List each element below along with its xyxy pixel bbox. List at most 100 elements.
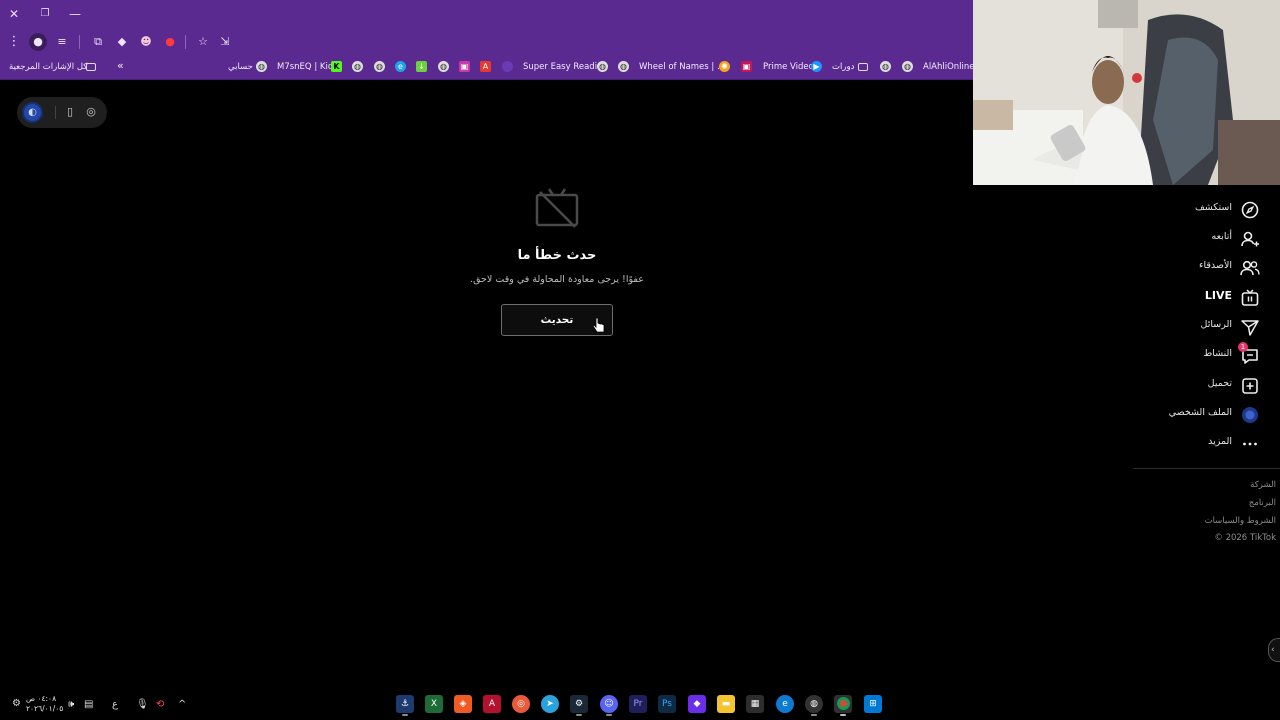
video-editor-icon[interactable]: ◆ bbox=[688, 695, 706, 713]
mobile-icon[interactable]: ▯ bbox=[62, 104, 78, 120]
edge-icon[interactable]: e bbox=[776, 695, 794, 713]
restore-window-icon[interactable]: ❐ bbox=[36, 5, 54, 23]
globe-icon: ◍ bbox=[618, 61, 629, 72]
sidebar-item-explore[interactable]: استكشف bbox=[1100, 199, 1260, 221]
folder-icon bbox=[86, 63, 96, 71]
friends-icon bbox=[1240, 260, 1260, 276]
volume-icon[interactable]: 🕪 bbox=[68, 699, 74, 710]
webcam-overlay bbox=[973, 0, 1280, 185]
bookmark-item[interactable]: Super Easy Reading bbox=[523, 59, 608, 75]
brave-icon[interactable]: ◈ bbox=[454, 695, 472, 713]
windows-start-icon[interactable]: ⊞ bbox=[864, 695, 882, 713]
footer-company-link[interactable]: الشركة bbox=[1250, 480, 1276, 490]
bookmark-item[interactable]: M7snEQ | Kick bbox=[277, 59, 337, 75]
toolbar-divider bbox=[79, 35, 80, 49]
bookmark-item[interactable]: AlAhliOnline bbox=[923, 59, 975, 75]
tiktok-logo-icon[interactable]: ◐ bbox=[22, 102, 43, 123]
bookmark-item[interactable]: Wheel of Names | ...م bbox=[639, 59, 730, 75]
extension-face-icon[interactable]: ☻ bbox=[137, 33, 155, 51]
error-title: حدث خطأ ما bbox=[517, 248, 597, 263]
globe-icon: ◍ bbox=[902, 61, 913, 72]
extensions-icon[interactable]: ⧉ bbox=[89, 33, 107, 51]
reading-list-icon[interactable]: ≡ bbox=[53, 33, 71, 51]
sync-icon[interactable]: ⟲ bbox=[156, 699, 164, 710]
profile-avatar-icon[interactable]: ● bbox=[29, 33, 47, 51]
sidebar-item-friends[interactable]: الأصدقاء bbox=[1100, 257, 1260, 279]
pill-divider bbox=[55, 106, 56, 119]
store-icon[interactable]: ▦ bbox=[746, 695, 764, 713]
sidebar-item-label: الملف الشخصي bbox=[1168, 407, 1232, 418]
menu-kebab-icon[interactable]: ⋮ bbox=[5, 33, 23, 51]
bookmark-folder[interactable]: دورات bbox=[832, 59, 854, 75]
collapse-side-tab[interactable]: ‹ bbox=[1268, 638, 1280, 662]
hand-cursor-icon bbox=[593, 317, 605, 333]
sidebar-item-label: الأصدقاء bbox=[1198, 260, 1232, 271]
windows-taskbar: ⚙ ٠٤:٠٨ ص ٢٠٢٦/٠١/٠٥ 🕪 ▤ ع 🎙 ⟲ ^ ⚓ X ◈ A… bbox=[0, 690, 1280, 720]
photoshop-icon[interactable]: Ps bbox=[658, 695, 676, 713]
sidebar-item-label: النشاط bbox=[1203, 348, 1232, 359]
minimize-window-icon[interactable]: — bbox=[66, 5, 84, 23]
tray-overflow-icon[interactable]: ^ bbox=[178, 699, 186, 710]
steam-icon[interactable]: ⚙ bbox=[570, 695, 588, 716]
telegram-icon[interactable]: ➤ bbox=[541, 695, 559, 713]
notification-badge: 1 bbox=[1238, 342, 1248, 352]
sidebar-item-label: LIVE bbox=[1204, 289, 1232, 302]
bookmark-star-icon[interactable]: ☆ bbox=[194, 33, 212, 51]
bookmark-item[interactable]: حسابي bbox=[228, 59, 253, 75]
app-red-icon[interactable]: ◎ bbox=[512, 695, 530, 713]
compass-small-icon[interactable]: ◎ bbox=[83, 104, 99, 120]
sidebar-item-profile[interactable]: الملف الشخصي bbox=[1100, 404, 1260, 426]
chrome-icon[interactable] bbox=[834, 695, 852, 716]
sidebar-divider bbox=[1133, 468, 1280, 469]
edge-icon: e bbox=[395, 61, 406, 72]
globe-icon: ◍ bbox=[374, 61, 385, 72]
footer-copyright: © 2026 TikTok bbox=[1214, 533, 1276, 543]
extension-red-icon[interactable]: ● bbox=[161, 33, 179, 51]
clock-time: ٠٤:٠٨ ص bbox=[26, 694, 57, 703]
obs-icon[interactable]: ◍ bbox=[805, 695, 823, 716]
globe-icon: ◍ bbox=[438, 61, 449, 72]
file-explorer-icon[interactable]: ▬ bbox=[717, 695, 735, 713]
sidebar-item-live[interactable]: LIVE bbox=[1100, 287, 1260, 309]
acrobat-icon: A bbox=[480, 61, 491, 72]
sidebar-item-upload[interactable]: تحميل bbox=[1100, 375, 1260, 397]
sidebar-item-label: الرسائل bbox=[1200, 319, 1232, 330]
network-icon[interactable]: ▤ bbox=[84, 699, 93, 710]
globe-icon: ◍ bbox=[352, 61, 363, 72]
extension-diamond-icon[interactable]: ◆ bbox=[113, 33, 131, 51]
acrobat-icon[interactable]: A bbox=[483, 695, 501, 713]
discord-icon[interactable]: ☺ bbox=[600, 695, 618, 716]
globe-icon: ◍ bbox=[256, 61, 267, 72]
install-app-icon[interactable]: ⇲ bbox=[216, 33, 234, 51]
bookmarks-overflow-icon[interactable]: « bbox=[117, 58, 124, 74]
kick-icon: K bbox=[331, 61, 342, 72]
avatar-icon bbox=[1242, 407, 1258, 423]
footer-program-link[interactable]: البرنامج bbox=[1249, 498, 1276, 508]
footer-terms-link[interactable]: الشروط والسياسات bbox=[1205, 516, 1276, 526]
user-follow-icon bbox=[1241, 231, 1259, 247]
settings-gear-icon[interactable]: ⚙ bbox=[12, 698, 21, 709]
sidebar-item-label: المزيد bbox=[1208, 436, 1232, 447]
taskbar-app-icon[interactable]: ⚓ bbox=[396, 695, 414, 716]
clock-date: ٢٠٢٦/٠١/٠٥ bbox=[26, 704, 64, 713]
upload-plus-icon bbox=[1242, 378, 1258, 394]
image-icon: ▣ bbox=[741, 61, 752, 72]
sidebar-item-following[interactable]: أتابعه bbox=[1100, 228, 1260, 250]
sidebar-item-more[interactable]: المزيد bbox=[1100, 433, 1260, 455]
send-icon bbox=[1241, 320, 1259, 336]
bookmark-item[interactable]: Prime Video bbox=[763, 59, 814, 75]
microphone-icon[interactable]: 🎙 bbox=[136, 699, 149, 710]
sidebar-item-messages[interactable]: الرسائل bbox=[1100, 316, 1260, 338]
sidebar-item-label: تحميل bbox=[1207, 378, 1232, 389]
input-language[interactable]: ع bbox=[112, 699, 118, 710]
sidebar-item-label: أتابعه bbox=[1211, 231, 1233, 242]
close-window-icon[interactable]: ✕ bbox=[5, 5, 23, 23]
all-bookmarks-link[interactable]: كل الإشارات المرجعية bbox=[9, 59, 87, 75]
excel-icon[interactable]: X bbox=[425, 695, 443, 713]
taskbar-clock[interactable]: ٠٤:٠٨ ص ٢٠٢٦/٠١/٠٥ bbox=[26, 694, 63, 714]
folder-icon bbox=[858, 63, 868, 71]
wheel-icon: ✺ bbox=[719, 61, 730, 72]
sidebar-item-activity[interactable]: النشاط 1 bbox=[1100, 342, 1260, 367]
top-left-controls: ◐ ▯ ◎ bbox=[17, 97, 107, 128]
premiere-icon[interactable]: Pr bbox=[629, 695, 647, 713]
